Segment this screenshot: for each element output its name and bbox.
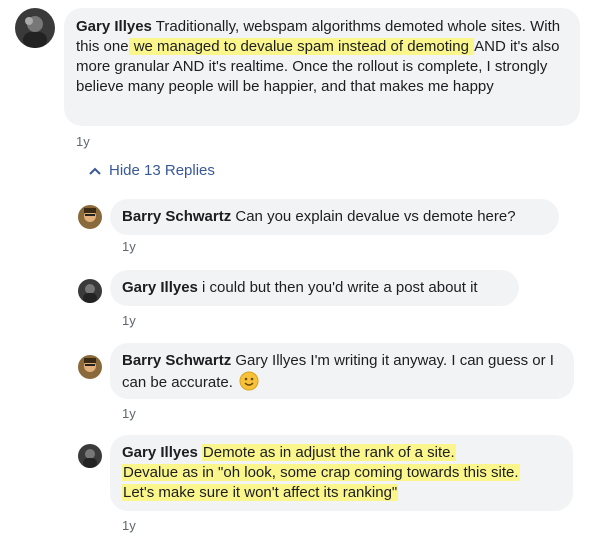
- avatar-barry-schwartz[interactable]: [78, 355, 102, 379]
- reply-timestamp[interactable]: 1y: [122, 406, 136, 421]
- avatar-gary-illyes[interactable]: [15, 8, 55, 48]
- reply-author[interactable]: Gary Illyes: [122, 279, 198, 296]
- reply-author[interactable]: Gary Illyes: [122, 444, 198, 461]
- comment-timestamp[interactable]: 1y: [76, 134, 90, 149]
- highlighted-text: we managed to devalue spam instead of de…: [128, 38, 475, 55]
- reply-text: i could but then you'd write a post abou…: [197, 279, 478, 296]
- highlighted-text: Let's make sure it won't affect its rank…: [122, 484, 399, 501]
- comment-author[interactable]: Gary Illyes: [76, 18, 152, 35]
- reply-author[interactable]: Barry Schwartz: [122, 352, 231, 369]
- reply-bubble: Gary Illyes i could but then you'd write…: [110, 270, 519, 306]
- chevron-up-icon: [89, 167, 101, 175]
- avatar-gary-illyes[interactable]: [78, 279, 102, 303]
- highlighted-text: Devalue as in "oh look, some crap coming…: [122, 464, 520, 481]
- reply-bubble: Barry Schwartz Gary Illyes I'm writing i…: [110, 343, 574, 399]
- reply-bubble: Gary Illyes Demote as in adjust the rank …: [110, 435, 573, 511]
- avatar-barry-schwartz[interactable]: [78, 205, 102, 229]
- avatar-gary-illyes[interactable]: [78, 444, 102, 468]
- reply-timestamp[interactable]: 1y: [122, 313, 136, 328]
- hide-replies-button[interactable]: Hide 13 Replies: [89, 162, 215, 179]
- reply-bubble: Barry Schwartz Can you explain devalue v…: [110, 199, 559, 235]
- highlighted-text: Demote as in adjust the rank of a site.: [201, 444, 456, 461]
- smiley-emoji-icon: [239, 371, 259, 391]
- reply-timestamp[interactable]: 1y: [122, 518, 136, 533]
- reply-timestamp[interactable]: 1y: [122, 239, 136, 254]
- hide-replies-label: Hide 13 Replies: [109, 162, 215, 179]
- reply-author[interactable]: Barry Schwartz: [122, 208, 231, 225]
- main-comment-bubble: Gary Illyes Traditionally, webspam algor…: [64, 8, 580, 126]
- reply-text: Can you explain devalue vs demote here?: [231, 208, 516, 225]
